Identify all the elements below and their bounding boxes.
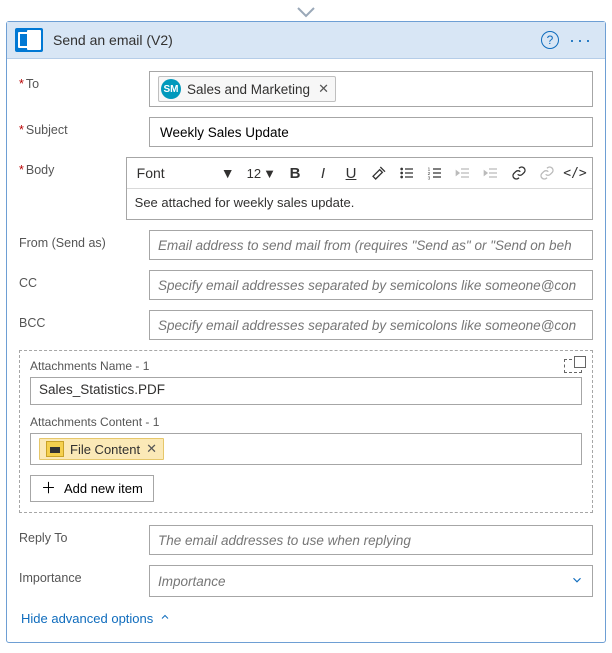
label-reply-to: Reply To	[19, 525, 149, 545]
attachments-content-label: Attachments Content - 1	[30, 415, 582, 429]
flow-connector-arrow	[5, 5, 607, 21]
hide-advanced-options-link[interactable]: Hide advanced options	[19, 607, 173, 630]
avatar: SM	[161, 79, 181, 99]
body-content[interactable]: See attached for weekly sales update.	[127, 189, 592, 219]
recipient-chip-label: Sales and Marketing	[187, 82, 310, 97]
file-content-chip[interactable]: File Content ✕	[39, 438, 164, 460]
recipient-chip[interactable]: SM Sales and Marketing ✕	[158, 76, 336, 102]
label-to: *To	[19, 71, 149, 91]
svg-text:3: 3	[428, 176, 431, 181]
label-body: *Body	[19, 157, 126, 177]
unlink-button[interactable]	[534, 160, 560, 186]
label-importance: Importance	[19, 565, 149, 585]
underline-button[interactable]: U	[338, 160, 364, 186]
chevron-down-icon: ▼	[221, 165, 235, 181]
from-field[interactable]: Email address to send mail from (require…	[149, 230, 593, 260]
bold-button[interactable]: B	[282, 160, 308, 186]
font-size-picker[interactable]: 12 ▼	[243, 160, 280, 186]
chevron-down-icon: ▼	[263, 166, 276, 181]
indent-button[interactable]	[478, 160, 504, 186]
to-field[interactable]: SM Sales and Marketing ✕	[149, 71, 593, 107]
label-from: From (Send as)	[19, 230, 149, 250]
help-icon[interactable]: ?	[541, 31, 559, 49]
attachment-name-field[interactable]: Sales_Statistics.PDF	[30, 377, 582, 405]
outdent-button[interactable]	[450, 160, 476, 186]
cc-field[interactable]: Specify email addresses separated by sem…	[149, 270, 593, 300]
label-subject: *Subject	[19, 117, 149, 137]
chevron-up-icon	[159, 611, 171, 626]
italic-button[interactable]: I	[310, 160, 336, 186]
action-title: Send an email (V2)	[53, 32, 173, 48]
subject-field[interactable]	[149, 117, 593, 147]
importance-select[interactable]: Importance	[149, 565, 593, 597]
more-menu-icon[interactable]: ···	[569, 35, 597, 45]
remove-token-icon[interactable]: ✕	[146, 441, 157, 457]
attachments-name-label: Attachments Name - 1	[30, 359, 149, 373]
font-picker[interactable]: Font ▼	[131, 160, 241, 186]
highlight-button[interactable]	[366, 160, 392, 186]
card-header: Send an email (V2) ? ···	[7, 22, 605, 59]
reply-to-field[interactable]: The email addresses to use when replying	[149, 525, 593, 555]
powerbi-icon	[46, 441, 64, 457]
code-view-button[interactable]: </>	[562, 160, 588, 186]
label-bcc: BCC	[19, 310, 149, 330]
outlook-icon	[15, 28, 43, 52]
remove-recipient-icon[interactable]: ✕	[318, 81, 329, 97]
bcc-field[interactable]: Specify email addresses separated by sem…	[149, 310, 593, 340]
plus-icon: ＋	[41, 482, 56, 496]
attachment-content-field[interactable]: File Content ✕	[30, 433, 582, 465]
add-new-item-button[interactable]: ＋ Add new item	[30, 475, 154, 502]
rich-text-editor: Font ▼ 12 ▼ B I U	[126, 157, 593, 220]
chevron-down-icon	[570, 573, 584, 590]
label-cc: CC	[19, 270, 149, 290]
numbered-list-button[interactable]: 123	[422, 160, 448, 186]
attachments-section: Attachments Name - 1 Sales_Statistics.PD…	[19, 350, 593, 513]
bullet-list-button[interactable]	[394, 160, 420, 186]
editor-toolbar: Font ▼ 12 ▼ B I U	[127, 158, 592, 189]
send-email-card: Send an email (V2) ? ··· *To SM Sales an…	[6, 21, 606, 643]
subject-input[interactable]	[158, 124, 584, 141]
link-button[interactable]	[506, 160, 532, 186]
switch-array-icon[interactable]	[564, 359, 582, 373]
